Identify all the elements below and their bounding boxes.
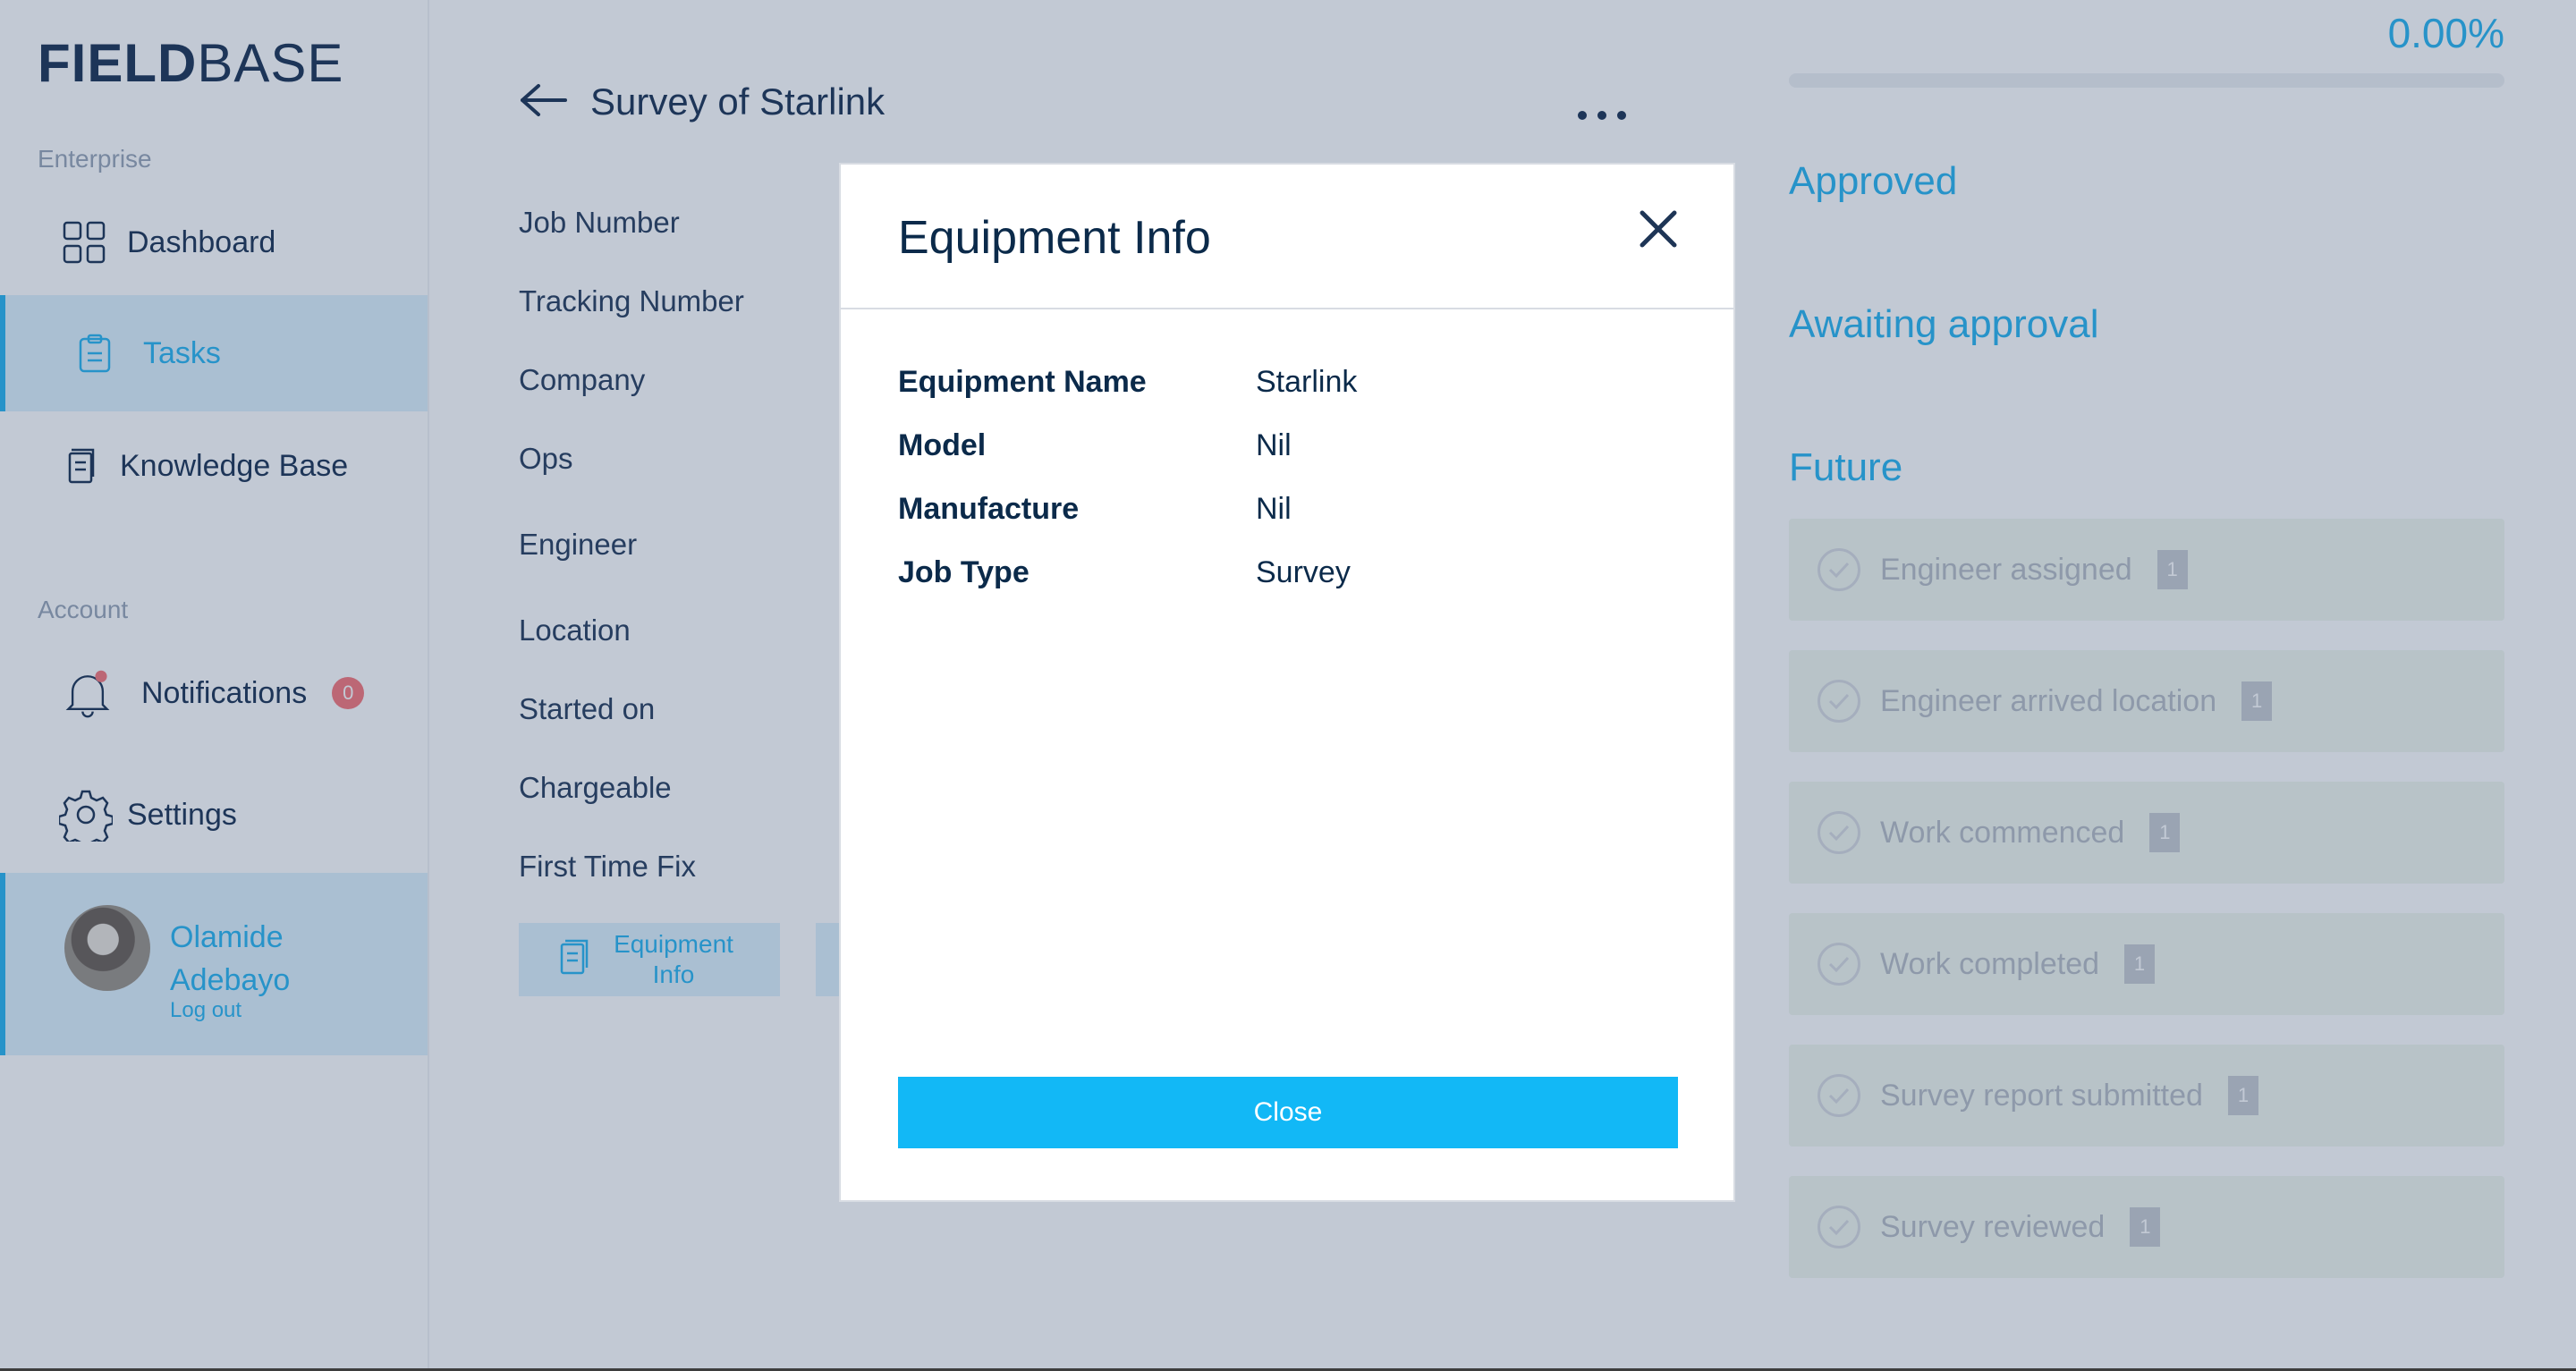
close-icon[interactable]	[1633, 204, 1683, 254]
info-row-manufacture: Manufacture Nil	[898, 487, 1292, 531]
info-row-equipment-name: Equipment Name Starlink	[898, 360, 1357, 404]
info-value: Nil	[1256, 427, 1292, 462]
modal-title: Equipment Info	[898, 212, 1211, 264]
info-value: Survey	[1256, 554, 1351, 589]
info-key: Equipment Name	[898, 364, 1147, 399]
info-value: Nil	[1256, 491, 1292, 526]
info-value: Starlink	[1256, 364, 1358, 399]
info-key: Job Type	[898, 554, 1030, 589]
modal-header: Equipment Info	[841, 165, 1733, 309]
info-key: Model	[898, 427, 987, 462]
equipment-info-modal: Equipment Info Equipment Name Starlink M…	[839, 163, 1735, 1202]
info-row-job-type: Job Type Survey	[898, 550, 1351, 595]
info-key: Manufacture	[898, 491, 1080, 526]
close-button[interactable]: Close	[898, 1077, 1678, 1148]
info-row-model: Model Nil	[898, 423, 1292, 468]
